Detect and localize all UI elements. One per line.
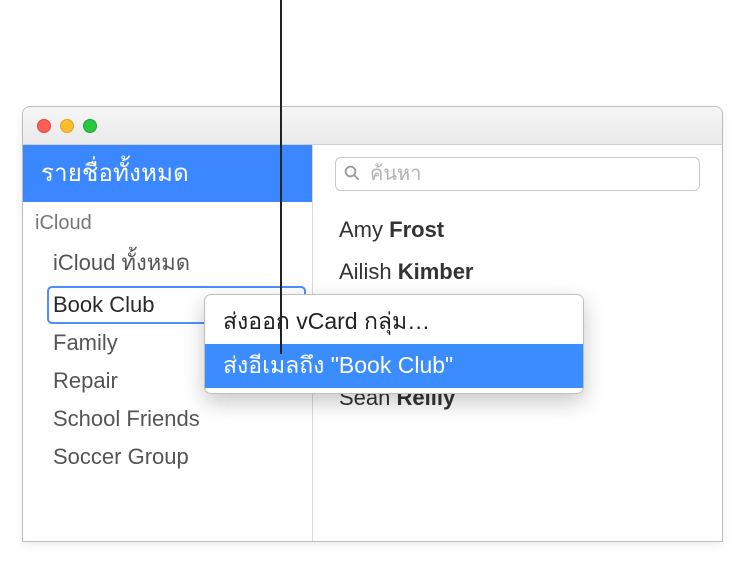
close-icon[interactable] xyxy=(37,119,51,133)
contact-last-name: Kimber xyxy=(398,259,474,284)
sidebar-item-soccer-group[interactable]: Soccer Group xyxy=(23,438,312,476)
title-bar xyxy=(23,107,722,145)
contact-row[interactable]: Ailish Kimber xyxy=(335,251,700,293)
callout-line xyxy=(280,0,282,354)
maximize-icon[interactable] xyxy=(83,119,97,133)
context-menu: ส่งออก vCard กลุ่ม… ส่งอีเมลถึง "Book Cl… xyxy=(204,294,584,394)
minimize-icon[interactable] xyxy=(60,119,74,133)
search-icon xyxy=(343,164,361,182)
sidebar-header[interactable]: รายชื่อทั้งหมด xyxy=(23,145,312,202)
search-wrap xyxy=(335,157,700,191)
contact-first-name: Ailish xyxy=(339,259,398,284)
ctx-export-vcard[interactable]: ส่งออก vCard กลุ่ม… xyxy=(205,300,583,344)
sidebar-section-label: iCloud xyxy=(23,202,312,239)
contact-last-name: Frost xyxy=(389,217,444,242)
ctx-email-group[interactable]: ส่งอีเมลถึง "Book Club" xyxy=(205,344,583,388)
contact-first-name: Amy xyxy=(339,217,389,242)
sidebar-item-school-friends[interactable]: School Friends xyxy=(23,400,312,438)
contact-row[interactable]: Amy Frost xyxy=(335,209,700,251)
sidebar-item-icloud-all[interactable]: iCloud ทั้งหมด xyxy=(23,239,312,286)
search-input[interactable] xyxy=(335,157,700,191)
